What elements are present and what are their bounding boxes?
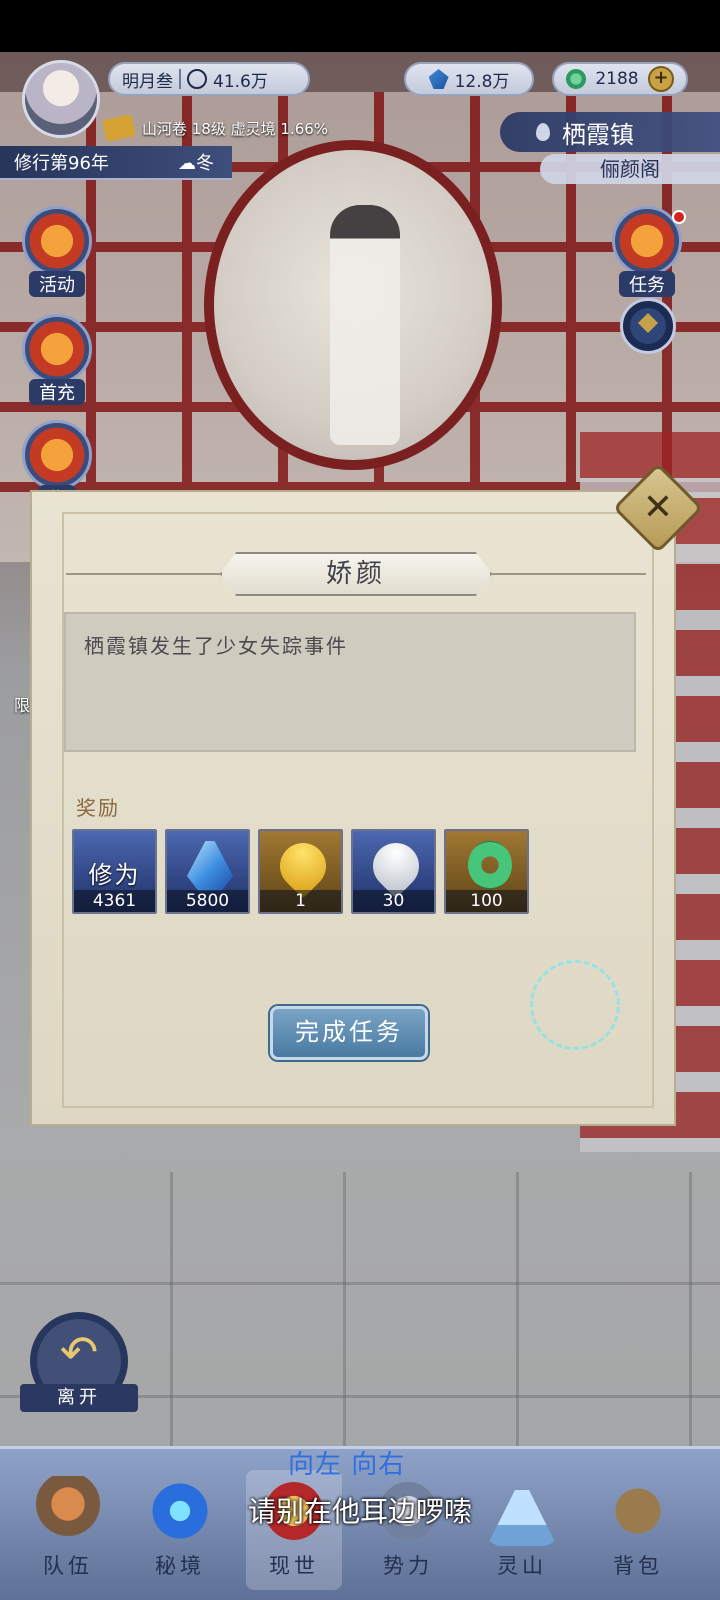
offer-chest-icon <box>22 420 92 490</box>
direction-hint: 向左 向右 <box>288 1450 406 1480</box>
nav-secret-realm[interactable]: 秘境 <box>132 1470 228 1590</box>
compass-icon[interactable] <box>620 298 676 354</box>
player-name: 明月叁 <box>122 71 173 92</box>
spirit-stone-value: 12.8万 <box>454 71 510 92</box>
jade-icon <box>566 69 586 89</box>
gold-leaf-icon <box>270 833 336 899</box>
reward-count: 100 <box>446 890 527 912</box>
nav-label: 现世 <box>269 1554 319 1578</box>
back-arrow-icon: ↶ <box>59 1325 99 1379</box>
reward-count: 4361 <box>74 890 155 912</box>
jade-pill[interactable]: 2188 + <box>552 62 688 96</box>
reward-heading: 奖励 <box>76 796 120 820</box>
first-recharge-button[interactable]: 首充 <box>16 314 98 405</box>
nav-faction[interactable]: 势力 <box>360 1470 456 1590</box>
quest-description: 栖霞镇发生了少女失踪事件 <box>64 612 636 752</box>
add-jade-button[interactable]: + <box>647 66 674 92</box>
cultivation-year: 修行第96年 <box>14 153 109 174</box>
crystal-icon <box>187 841 233 891</box>
power-icon <box>187 69 207 89</box>
scroll-icon <box>102 114 136 142</box>
nav-label: 背包 <box>613 1554 663 1578</box>
reward-gold-leaf[interactable]: 1 <box>258 829 343 914</box>
player-avatar[interactable] <box>22 60 100 138</box>
reward-count: 30 <box>353 890 434 912</box>
player-power-pill: 明月叁 41.6万 <box>108 62 310 96</box>
lady-figure <box>330 205 400 445</box>
cultivation-text: 山河卷 18级 虚灵境 1.66% <box>142 119 329 138</box>
nav-backpack[interactable]: 背包 <box>590 1470 686 1590</box>
first-recharge-label: 首充 <box>29 379 85 405</box>
season-text: 冬 <box>196 153 214 174</box>
jade-pendant-icon <box>468 841 512 889</box>
nav-team[interactable]: 队伍 <box>20 1470 116 1590</box>
divider <box>179 69 181 89</box>
year-bar: 修行第96年 ☁冬 <box>0 146 232 180</box>
reward-count: 5800 <box>167 890 248 912</box>
reward-jade[interactable]: 100 <box>444 829 529 914</box>
nav-label: 势力 <box>383 1554 433 1578</box>
spirit-stone-pill[interactable]: 12.8万 <box>404 62 534 96</box>
reward-list: 修为 4361 5800 1 30 100 <box>72 829 529 914</box>
reward-white-leaf[interactable]: 30 <box>351 829 436 914</box>
dialog-title: 娇颜 <box>220 552 492 596</box>
spirit-stone-icon <box>428 69 449 89</box>
cultivation-reward-text: 修为 <box>88 861 141 889</box>
sub-location: 俪颜阁 <box>540 154 720 184</box>
location-badge[interactable]: 栖霞镇 <box>500 112 720 152</box>
nav-spirit-mountain[interactable]: 灵山 <box>474 1470 570 1590</box>
nav-label: 队伍 <box>43 1554 93 1578</box>
sparkle-effect <box>530 960 620 1050</box>
location-name: 栖霞镇 <box>562 120 634 149</box>
jade-value: 2188 <box>595 69 639 89</box>
task-button[interactable]: 任务 <box>606 206 688 297</box>
white-leaf-icon <box>363 833 429 899</box>
reward-count: 1 <box>260 890 341 912</box>
complete-task-button[interactable]: 完成任务 <box>270 1006 428 1060</box>
nav-world[interactable]: 现世 <box>246 1470 342 1590</box>
activity-icon <box>22 206 92 276</box>
power-value: 41.6万 <box>213 71 268 92</box>
leave-label[interactable]: 离开 <box>20 1384 138 1412</box>
nav-label: 秘境 <box>155 1554 205 1578</box>
location-pin-icon <box>536 123 550 141</box>
task-label: 任务 <box>619 271 675 297</box>
cultivation-line: 山河卷 18级 虚灵境 1.66% <box>102 114 329 142</box>
close-icon: ✕ <box>642 487 674 528</box>
reward-cultivation[interactable]: 修为 4361 <box>72 829 157 914</box>
first-recharge-icon <box>22 314 92 384</box>
season-indicator: ☁冬 <box>178 153 214 174</box>
activity-label: 活动 <box>29 271 85 297</box>
notification-dot <box>672 210 686 224</box>
activity-button[interactable]: 活动 <box>16 206 98 297</box>
reward-crystal[interactable]: 5800 <box>165 829 250 914</box>
subtitle-caption: 请别在他耳边啰嗦 <box>247 1495 472 1528</box>
nav-label: 灵山 <box>497 1554 547 1578</box>
